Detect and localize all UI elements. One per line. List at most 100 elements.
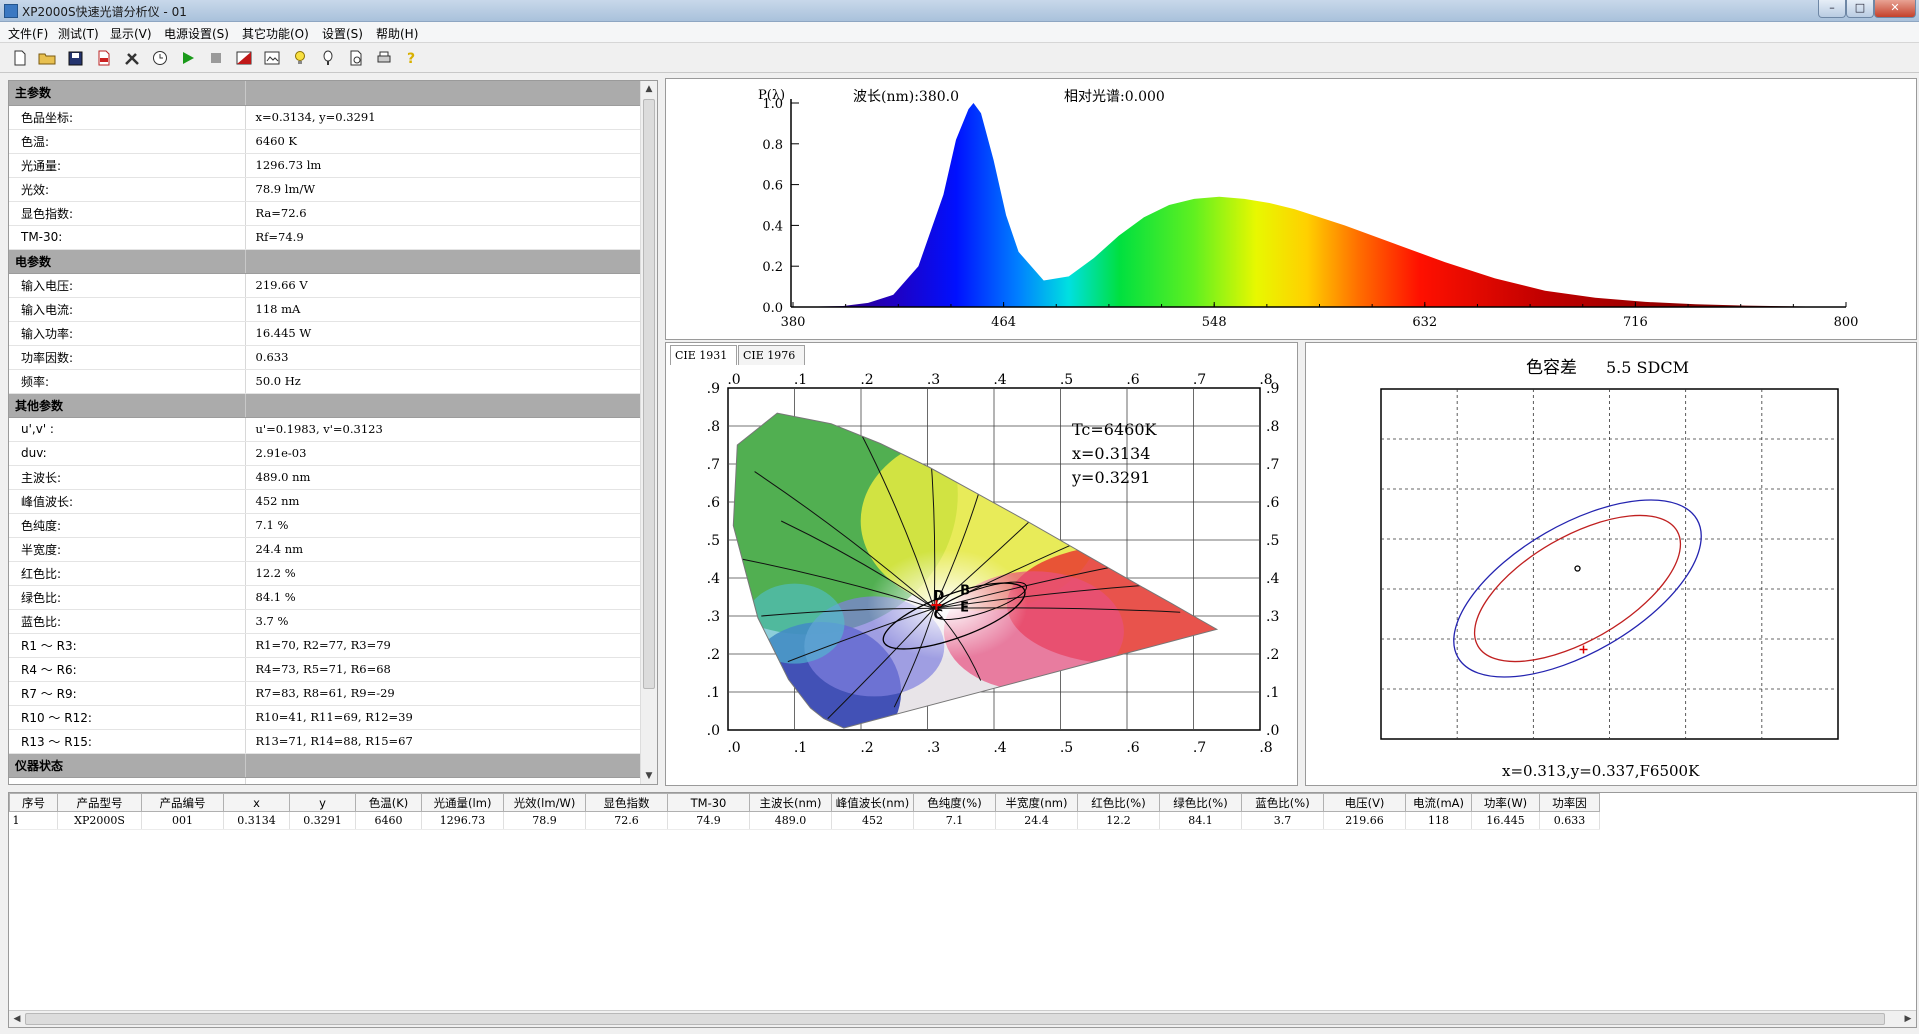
- open-folder-icon[interactable]: [37, 48, 57, 68]
- clock-icon[interactable]: [150, 48, 170, 68]
- parameter-value: x=0.3134, y=0.3291: [245, 105, 642, 130]
- parameter-label: 蓝色比:: [9, 609, 246, 634]
- probe-icon[interactable]: [318, 48, 338, 68]
- menu-help[interactable]: 帮助(H): [376, 25, 418, 42]
- column-header[interactable]: 显色指数: [585, 793, 668, 812]
- column-header[interactable]: y: [289, 793, 356, 812]
- column-header[interactable]: 产品型号: [57, 793, 142, 812]
- color-tolerance-panel: 色容差 5.5 SDCM x=0.313,y=0.337,F6500K: [1305, 342, 1917, 786]
- y-tick-label-right: .1: [1266, 685, 1279, 701]
- parameter-value: 50.0 Hz: [245, 369, 642, 394]
- title-bar: XP2000S快速光谱分析仪 - 01 – □ ✕: [0, 0, 1919, 22]
- parameter-value: 6460 K: [245, 129, 642, 154]
- parameters-table: 主参数 色品坐标: x=0.3134, y=0.3291 色温: 6460 K 光通量: 1…: [9, 81, 642, 784]
- column-header[interactable]: 电流(mA): [1405, 793, 1472, 812]
- y-tick-label-right: .3: [1266, 609, 1279, 625]
- y-tick-label-left: .5: [707, 533, 720, 549]
- scroll-down-arrow[interactable]: ▼: [641, 768, 657, 784]
- stop-icon[interactable]: [206, 48, 226, 68]
- table-cell: XP2000S: [57, 811, 142, 830]
- minimize-button[interactable]: –: [1818, 0, 1846, 18]
- column-header[interactable]: 产品编号: [141, 793, 224, 812]
- parameter-row: R4 ～ R6: R4=73, R5=71, R6=68: [9, 657, 642, 682]
- column-header[interactable]: 电压(V): [1323, 793, 1406, 812]
- parameter-value: R4=73, R5=71, R6=68: [245, 657, 642, 682]
- light-bulb-icon[interactable]: [290, 48, 310, 68]
- column-header[interactable]: 序号: [9, 793, 58, 812]
- column-header[interactable]: 功率因: [1539, 793, 1600, 812]
- table-cell: 16.445: [1471, 811, 1540, 830]
- new-file-icon[interactable]: [10, 48, 30, 68]
- parameter-value: 2.91e-03: [245, 441, 642, 466]
- column-header[interactable]: 光通量(lm): [421, 793, 504, 812]
- print-icon[interactable]: [374, 48, 394, 68]
- menu-view[interactable]: 显示(V): [110, 25, 152, 42]
- pdf-icon[interactable]: [94, 48, 114, 68]
- menu-power-settings[interactable]: 电源设置(S): [164, 25, 229, 42]
- column-header[interactable]: 绿色比(%): [1159, 793, 1242, 812]
- marker-d: D: [933, 589, 944, 604]
- parameter-label: duv:: [9, 441, 246, 466]
- x-tick-label-top: .0: [727, 372, 740, 388]
- column-header[interactable]: 功率(W): [1471, 793, 1540, 812]
- column-header[interactable]: 半宽度(nm): [995, 793, 1078, 812]
- x-tick-label-top: .1: [794, 372, 807, 388]
- column-header[interactable]: 色纯度(%): [913, 793, 996, 812]
- tab-cie-1976[interactable]: CIE 1976: [738, 345, 805, 365]
- spectrum-curve: [793, 103, 1846, 307]
- menu-file[interactable]: 文件(F): [8, 25, 48, 42]
- parameter-value: 219.66 V: [245, 273, 642, 298]
- table-row[interactable]: 1 XP2000S 001 0.3134 0.3291 6460 1296.73 78.9 72…: [9, 811, 1600, 830]
- section-value-cell: [245, 81, 642, 106]
- parameter-row: 显色指数: Ra=72.6: [9, 201, 642, 226]
- scroll-left-arrow[interactable]: ◀: [9, 1011, 25, 1027]
- column-header[interactable]: 色温(K): [355, 793, 422, 812]
- column-header[interactable]: 主波长(nm): [749, 793, 832, 812]
- tab-cie-1931[interactable]: CIE 1931: [670, 345, 737, 365]
- x-tick-label: 632: [1412, 315, 1437, 330]
- scroll-up-arrow[interactable]: ▲: [641, 81, 657, 97]
- y-tick-label-left: .7: [707, 457, 720, 473]
- table-cell: 1: [9, 811, 58, 830]
- preview-icon[interactable]: [346, 48, 366, 68]
- column-header[interactable]: x: [223, 793, 290, 812]
- column-header[interactable]: 红色比(%): [1077, 793, 1160, 812]
- help-icon[interactable]: ?: [402, 48, 422, 68]
- marker-c: C: [933, 608, 943, 623]
- play-icon[interactable]: [178, 48, 198, 68]
- table-cell: 7.1: [913, 811, 996, 830]
- y-tick-label-right: .5: [1266, 533, 1279, 549]
- column-header[interactable]: 光效(lm/W): [503, 793, 586, 812]
- menu-test[interactable]: 测试(T): [58, 25, 99, 42]
- x-tick-label-bottom: .8: [1259, 740, 1272, 756]
- tools-icon[interactable]: [122, 48, 142, 68]
- parameter-row: 半宽度: 24.4 nm: [9, 537, 642, 562]
- scroll-right-arrow[interactable]: ▶: [1900, 1011, 1916, 1027]
- close-button[interactable]: ✕: [1874, 0, 1916, 18]
- column-header[interactable]: 蓝色比(%): [1241, 793, 1324, 812]
- x-tick-label-bottom: .1: [794, 740, 807, 756]
- column-header[interactable]: TM-30: [667, 793, 750, 812]
- scroll-thumb[interactable]: [643, 99, 655, 689]
- save-icon[interactable]: [65, 48, 85, 68]
- horizontal-scroll-thumb[interactable]: [25, 1013, 1885, 1025]
- parameter-row: 功率因数: 0.633: [9, 345, 642, 370]
- x-tick-label-top: .3: [927, 372, 940, 388]
- maximize-button[interactable]: □: [1846, 0, 1874, 18]
- parameter-row: R7 ～ R9: R7=83, R8=61, R9=-29: [9, 681, 642, 706]
- x-tick-label-bottom: .0: [727, 740, 740, 756]
- vertical-scrollbar[interactable]: ▲ ▼: [640, 81, 657, 784]
- parameter-value: R13=71, R14=88, R15=67: [245, 729, 642, 754]
- image-icon[interactable]: [262, 48, 282, 68]
- parameter-row: R10 ～ R12: R10=41, R11=69, R12=39: [9, 705, 642, 730]
- parameter-label: TM-30:: [9, 225, 246, 250]
- horizontal-scrollbar[interactable]: ◀ ▶: [9, 1010, 1916, 1027]
- menu-other-functions[interactable]: 其它功能(O): [242, 25, 309, 42]
- menu-settings[interactable]: 设置(S): [322, 25, 363, 42]
- parameter-label: 主波长:: [9, 465, 246, 490]
- column-header[interactable]: 峰值波长(nm): [831, 793, 914, 812]
- chart-icon[interactable]: [234, 48, 254, 68]
- parameter-row: 光通量: 1296.73 lm: [9, 153, 642, 178]
- spectrum-chart: 0.00.20.40.60.81.0380 464 548 632 716 800 P(λ…: [758, 88, 1858, 330]
- parameter-row: 输入电压: 219.66 V: [9, 273, 642, 298]
